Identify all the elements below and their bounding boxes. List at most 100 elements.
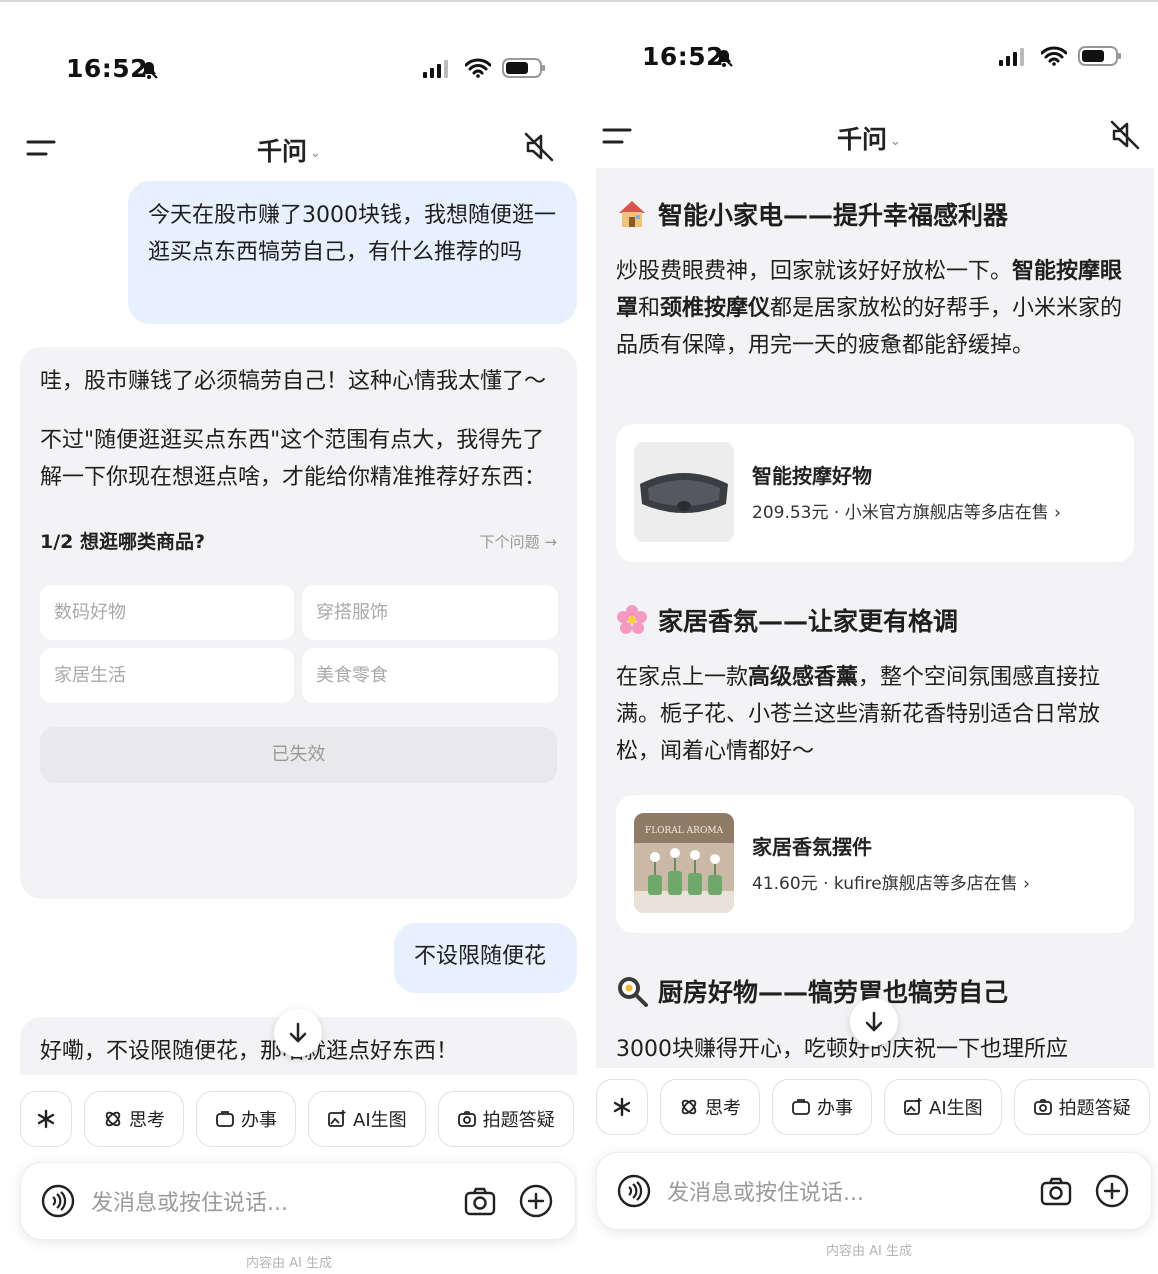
chevron-down-icon: ⌄ xyxy=(890,133,901,149)
product-card[interactable]: 智能按摩好物 209.53元 · 小米官方旗舰店等多店在售 › xyxy=(616,424,1134,562)
voice-icon[interactable] xyxy=(41,1184,75,1218)
chevron-down-icon: ⌄ xyxy=(310,145,321,161)
tasks-button[interactable]: 办事 xyxy=(772,1079,872,1135)
think-button[interactable]: 思考 xyxy=(660,1079,760,1135)
status-time: 16:52 xyxy=(642,42,725,71)
app-title-switcher[interactable]: 千问 ⌄ xyxy=(580,120,1158,156)
think-button[interactable]: 思考 xyxy=(84,1091,184,1147)
text-run: 炒股费眼费神，回家就该好好放松一下。 xyxy=(616,259,1013,284)
assistant-text: 好嘞，不设限随便花，那咱就逛点好东西！ xyxy=(40,1039,459,1064)
tasks-label: 办事 xyxy=(817,1098,853,1119)
option-fashion[interactable]: 穿搭服饰 xyxy=(302,585,558,640)
aroma-diffuser-image: FLORAL AROMA xyxy=(634,813,734,913)
section-heading-text: 家居香氛——让家更有格调 xyxy=(658,607,959,636)
message-input-placeholder[interactable]: 发消息或按住说话... xyxy=(667,1175,864,1207)
sparkle-button[interactable] xyxy=(596,1079,648,1135)
ai-image-button[interactable]: AI生图 xyxy=(884,1079,1002,1135)
section-body: 炒股费眼费神，回家就该好好放松一下。智能按摩眼罩和颈椎按摩仪都是居家放松的好帮手… xyxy=(616,253,1126,364)
plus-icon[interactable] xyxy=(1095,1174,1129,1208)
option-digital[interactable]: 数码好物 xyxy=(40,585,294,640)
ai-image-label: AI生图 xyxy=(929,1098,983,1119)
product-name: 智能按摩好物 xyxy=(752,464,872,488)
bold-text-run: 颈椎按摩仪 xyxy=(660,296,771,321)
user-message: 今天在股市赚了3000块钱，我想随便逛一逛买点东西犒劳自己，有什么推荐的吗 xyxy=(128,181,577,324)
section-body: 在家点上一款高级感香薰，整个空间氛围感直接拉满。栀子花、小苍兰这些清新花香特别适… xyxy=(616,659,1126,770)
app-title-switcher[interactable]: 千问 ⌄ xyxy=(0,132,578,168)
image-generate-icon xyxy=(328,1110,346,1127)
camera-icon[interactable] xyxy=(1039,1174,1073,1208)
product-thumbnail xyxy=(634,442,734,542)
photo-question-button[interactable]: 拍题答疑 xyxy=(437,1091,574,1147)
tasks-label: 办事 xyxy=(241,1110,277,1131)
tool-bar: 思考 办事 AI生图 拍题答疑 xyxy=(596,1079,1150,1135)
product-price-stores[interactable]: 209.53元 · 小米官方旗舰店等多店在售 › xyxy=(752,498,1061,523)
assistant-text: 不过"随便逛逛买点东西"这个范围有点大，我得先了解一下你现在想逛点啥，才能给你精… xyxy=(40,428,547,490)
nav-bar: 千问 ⌄ xyxy=(580,112,1158,162)
section-heading: 厨房好物——犒劳胃也犒劳自己 xyxy=(616,973,1008,1009)
section-heading-text: 厨房好物——犒劳胃也犒劳自己 xyxy=(658,978,1009,1007)
product-card[interactable]: FLORAL AROMA 家居香氛摆件 41.60元 · kufire旗舰店等多… xyxy=(616,795,1134,933)
text-run: 3000块赚得开心，吃顿好的庆祝一下也理所应 xyxy=(616,1037,1068,1062)
photo-question-label: 拍题答疑 xyxy=(482,1110,555,1131)
message-input-placeholder[interactable]: 发消息或按住说话... xyxy=(91,1185,288,1217)
speaker-muted-icon[interactable] xyxy=(522,130,556,164)
sparkle-icon xyxy=(37,1109,55,1129)
image-generate-icon xyxy=(904,1098,922,1115)
message-input-bar[interactable]: 发消息或按住说话... xyxy=(596,1152,1152,1230)
frying-pan-emoji-icon xyxy=(618,977,648,1007)
cellular-signal-icon xyxy=(423,60,448,78)
battery-icon xyxy=(1078,46,1121,66)
bell-muted-icon xyxy=(140,61,158,79)
think-label: 思考 xyxy=(129,1110,165,1131)
sparkle-icon xyxy=(613,1097,631,1117)
speaker-muted-icon[interactable] xyxy=(1108,118,1142,152)
option-home[interactable]: 家居生活 xyxy=(40,648,294,703)
ai-image-button[interactable]: AI生图 xyxy=(308,1091,426,1147)
camera-question-icon xyxy=(457,1111,476,1127)
wifi-icon xyxy=(465,58,491,78)
wifi-icon xyxy=(1041,46,1067,66)
nav-bar: 千问 ⌄ xyxy=(0,124,578,174)
status-bar: 16:52 xyxy=(0,50,578,90)
camera-icon[interactable] xyxy=(463,1184,497,1218)
battery-icon xyxy=(502,58,545,78)
ai-generated-footnote: 内容由 AI 生成 xyxy=(246,1256,332,1271)
expired-button[interactable]: 已失效 xyxy=(40,727,557,783)
app-title: 千问 xyxy=(837,125,888,154)
assistant-message: 哇，股市赚钱了必须犒劳自己！这种心情我太懂了～ 不过"随便逛逛买点东西"这个范围… xyxy=(20,347,577,899)
arrow-down-icon xyxy=(289,1022,307,1043)
option-grid: 数码好物 穿搭服饰 家居生活 美食零食 xyxy=(40,585,558,703)
plus-icon[interactable] xyxy=(519,1184,553,1218)
app-title: 千问 xyxy=(257,137,308,166)
atom-icon xyxy=(105,1111,121,1127)
eye-mask-image xyxy=(634,442,734,542)
section-heading-text: 智能小家电——提升幸福感利器 xyxy=(658,201,1009,230)
section-heading: 家居香氛——让家更有格调 xyxy=(616,602,958,638)
product-price-stores[interactable]: 41.60元 · kufire旗舰店等多店在售 › xyxy=(752,869,1030,894)
bold-text-run: 高级感香薰 xyxy=(748,665,859,690)
section-heading: 智能小家电——提升幸福感利器 xyxy=(616,196,1008,232)
text-run: 和 xyxy=(638,296,661,321)
voice-icon[interactable] xyxy=(617,1174,651,1208)
ai-image-label: AI生图 xyxy=(353,1110,407,1131)
question-header: 1/2 想逛哪类商品? 下个问题 → xyxy=(40,524,557,561)
user-message: 不设限随便花 xyxy=(394,923,577,993)
briefcase-icon xyxy=(792,1099,810,1115)
atom-icon xyxy=(681,1099,697,1115)
house-emoji-icon xyxy=(619,201,645,227)
right-phone-screen: 16:52 千问 ⌄ 智能小家电——提升幸福感利器 炒股费眼费神，回家就该好好放… xyxy=(580,2,1158,1274)
camera-question-icon xyxy=(1033,1099,1052,1115)
scroll-to-bottom-button[interactable] xyxy=(274,1009,322,1057)
tasks-button[interactable]: 办事 xyxy=(196,1091,296,1147)
photo-question-button[interactable]: 拍题答疑 xyxy=(1013,1079,1150,1135)
bell-muted-icon xyxy=(715,49,733,67)
assistant-message: 智能小家电——提升幸福感利器 炒股费眼费神，回家就该好好放松一下。智能按摩眼罩和… xyxy=(596,168,1154,1068)
status-bar: 16:52 xyxy=(580,38,1158,78)
option-food[interactable]: 美食零食 xyxy=(302,648,558,703)
message-input-bar[interactable]: 发消息或按住说话... xyxy=(20,1162,576,1240)
sparkle-button[interactable] xyxy=(20,1091,72,1147)
product-thumbnail: FLORAL AROMA xyxy=(634,813,734,913)
next-question-link[interactable]: 下个问题 → xyxy=(480,524,557,561)
think-label: 思考 xyxy=(705,1098,741,1119)
scroll-to-bottom-button[interactable] xyxy=(850,998,898,1046)
